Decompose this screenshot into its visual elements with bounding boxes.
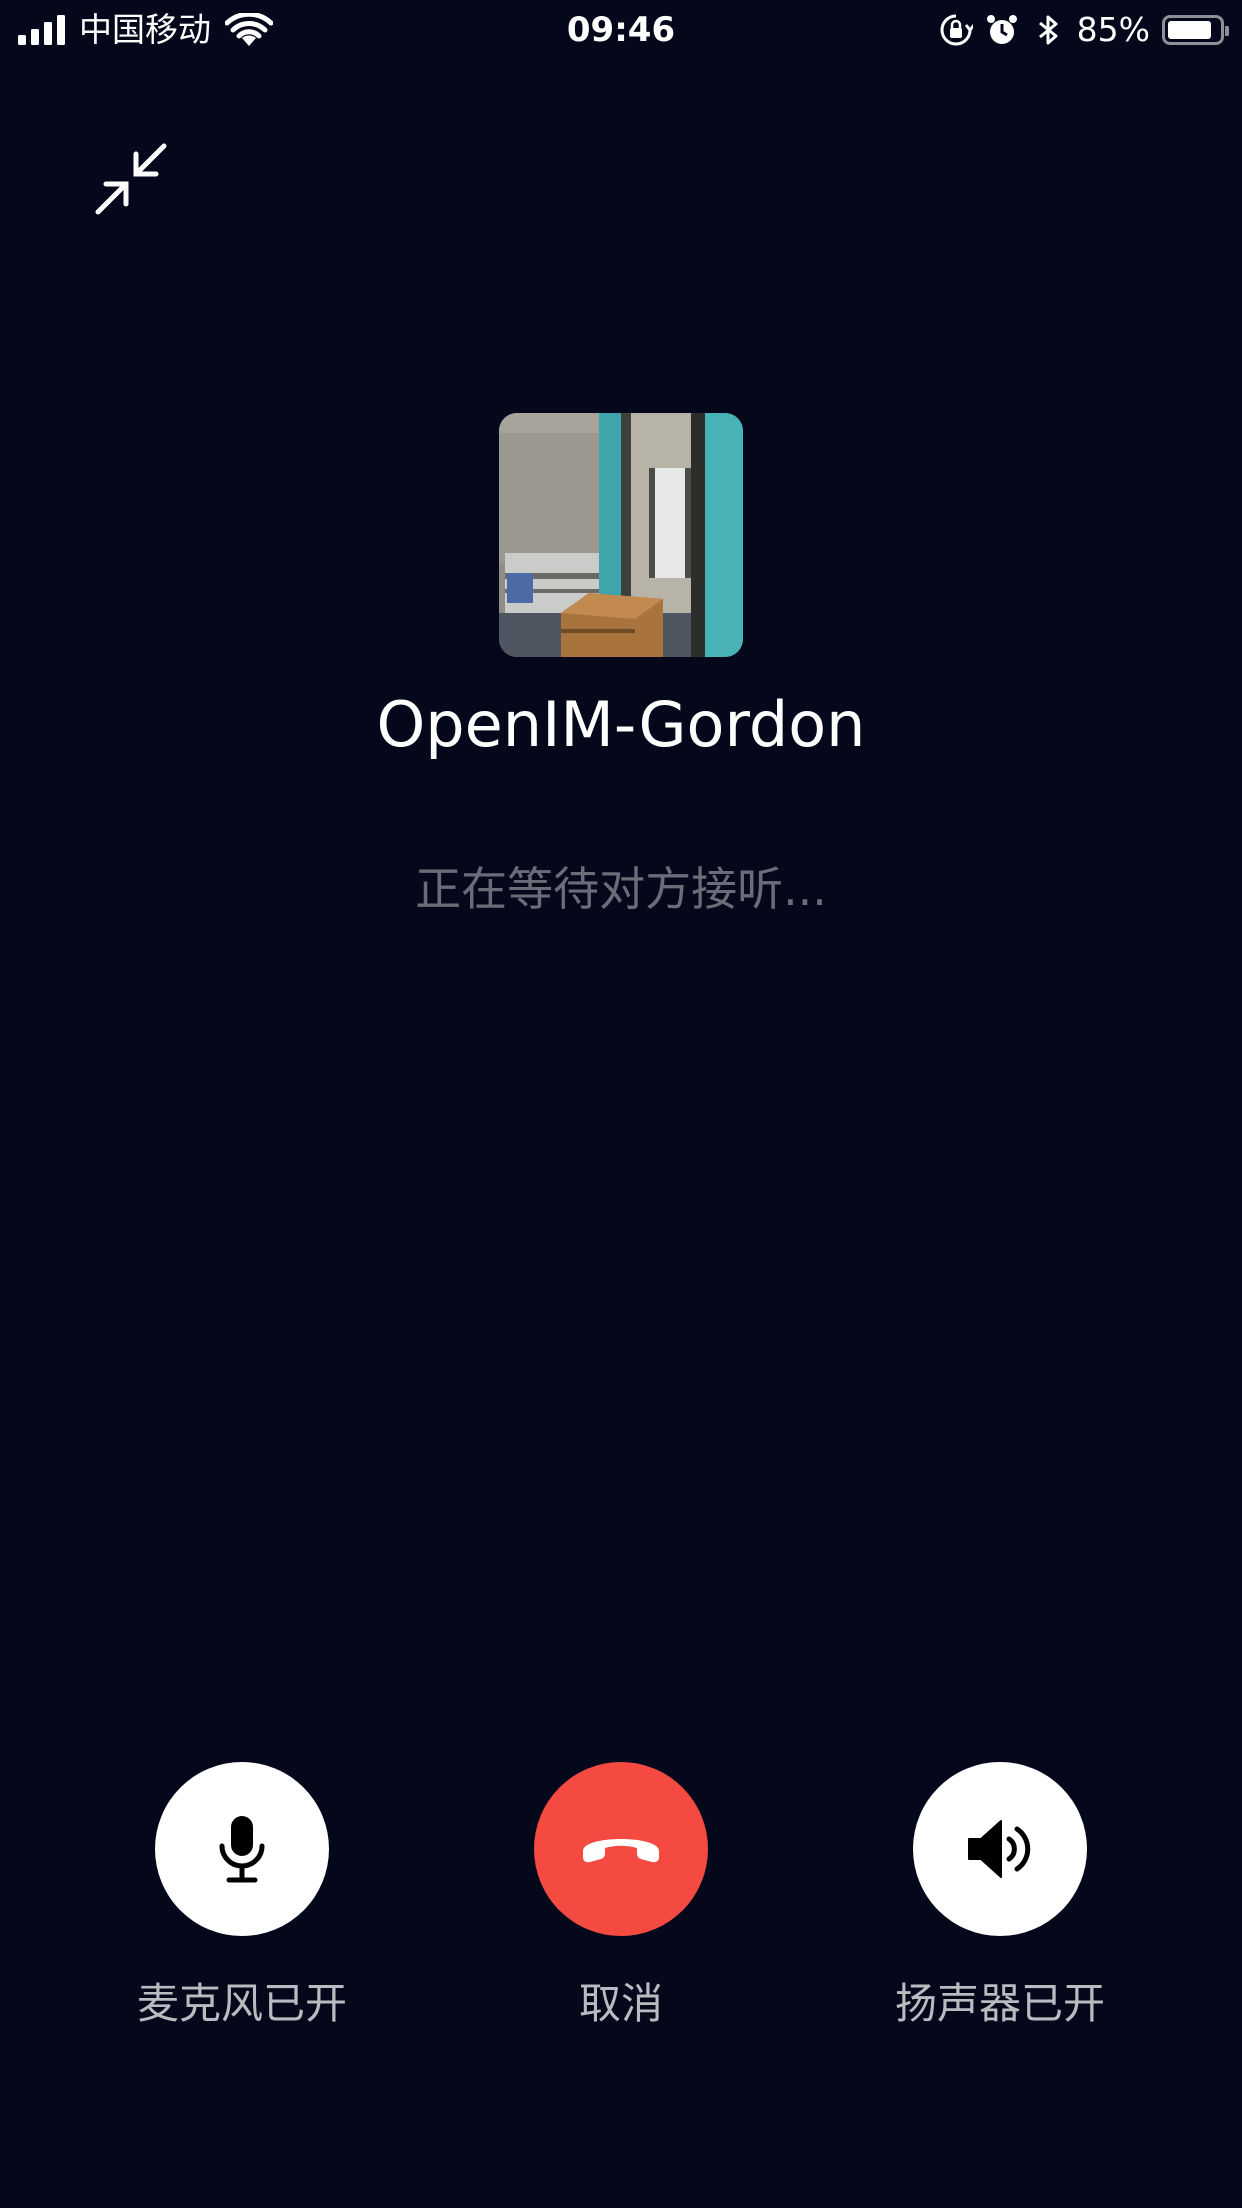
status-bar-right: 85%	[939, 10, 1229, 50]
call-status-text: 正在等待对方接听...	[415, 862, 827, 916]
status-bar: 中国移动 09:46 85%	[0, 0, 1242, 60]
cancel-label: 取消	[578, 1979, 663, 2028]
speaker-label: 扬声器已开	[894, 1979, 1105, 2028]
mic-button[interactable]	[155, 1762, 329, 1936]
bluetooth-icon	[1038, 15, 1058, 45]
speaker-icon	[968, 1820, 1031, 1878]
cancel-control: 取消	[441, 1762, 801, 2032]
speaker-button[interactable]	[913, 1762, 1087, 1936]
caller-avatar	[499, 413, 743, 657]
battery-icon	[1162, 15, 1229, 45]
hang-up-icon	[583, 1839, 659, 1863]
mic-label: 麦克风已开	[136, 1979, 347, 2028]
alarm-icon	[986, 15, 1017, 44]
minimize-icon[interactable]	[92, 140, 172, 220]
mic-control: 麦克风已开	[62, 1762, 422, 2032]
hang-up-button[interactable]	[534, 1762, 708, 1936]
orientation-lock-icon	[940, 14, 973, 46]
caller-name: OpenIM-Gordon	[376, 688, 866, 761]
battery-fill	[1168, 21, 1211, 39]
call-screen: 中国移动 09:46 85% OpenIM-Gordon 正在等待对方接听...…	[0, 0, 1242, 2208]
avatar-image	[499, 413, 743, 657]
microphone-icon	[219, 1816, 265, 1883]
speaker-control: 扬声器已开	[820, 1762, 1180, 2032]
battery-percent: 85%	[1076, 10, 1150, 49]
